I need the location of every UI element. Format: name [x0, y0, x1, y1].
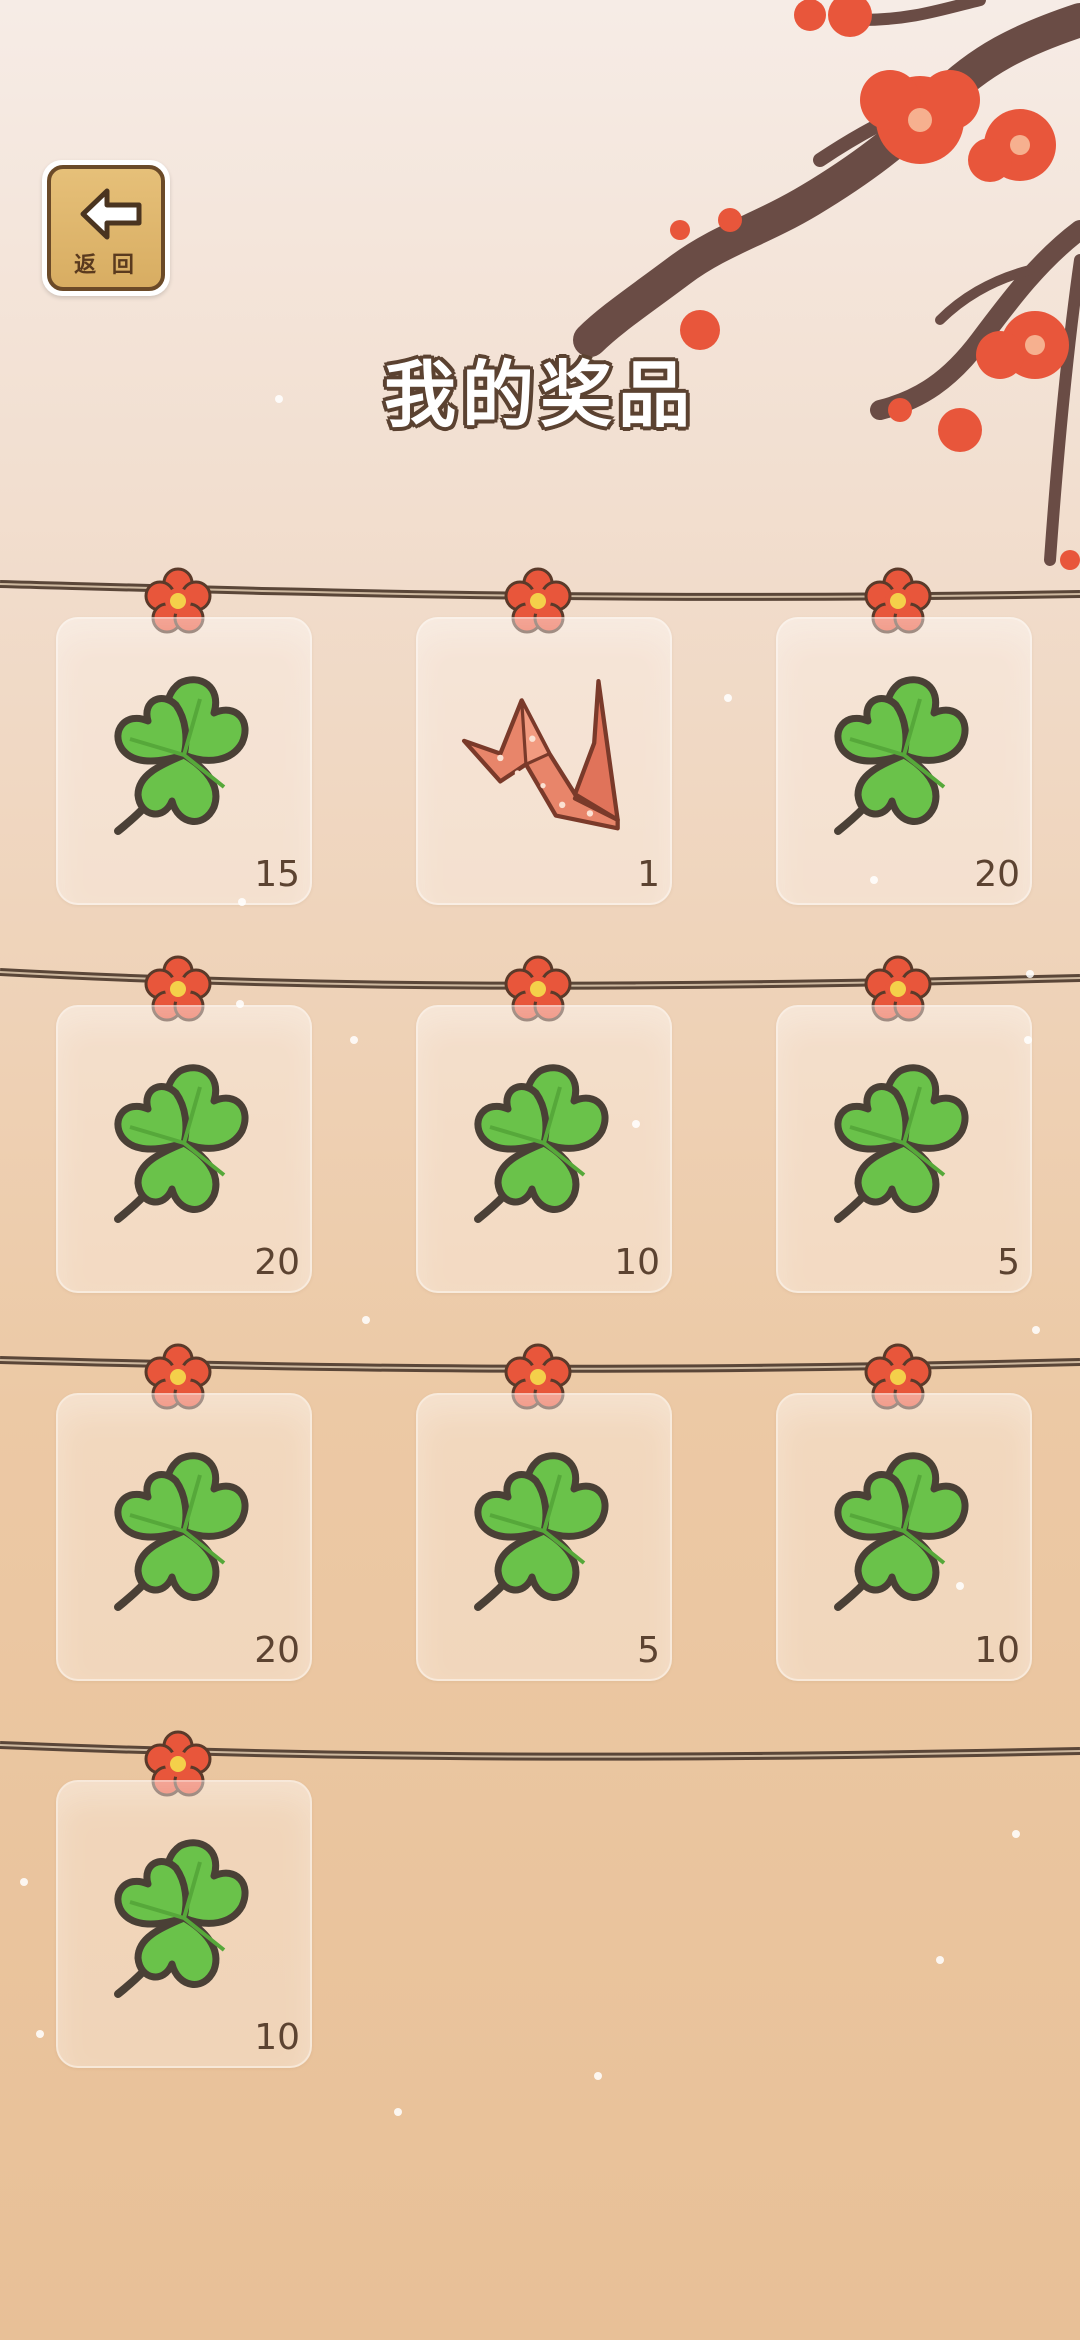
snow-speck	[870, 876, 878, 884]
clover-icon	[104, 1445, 264, 1615]
snow-speck	[956, 1582, 964, 1590]
clover-icon	[104, 669, 264, 839]
snow-speck	[594, 2072, 602, 2080]
prize-count: 5	[637, 1630, 660, 1671]
prize-count: 20	[254, 1242, 300, 1283]
clover-icon	[464, 1057, 624, 1227]
paper-crane-icon	[448, 679, 638, 839]
prize-card[interactable]: 20	[776, 617, 1032, 905]
back-button[interactable]: 返 回	[42, 160, 170, 296]
snow-speck	[238, 898, 246, 906]
prize-card[interactable]: 1	[416, 617, 672, 905]
snow-speck	[362, 1316, 370, 1324]
prize-card[interactable]: 5	[416, 1393, 672, 1681]
snow-speck	[724, 694, 732, 702]
snow-speck	[632, 1120, 640, 1128]
snow-speck	[1026, 970, 1034, 978]
snow-speck	[394, 2108, 402, 2116]
page-title: 我的奖品	[383, 353, 696, 437]
prize-card[interactable]: 10	[56, 1780, 312, 2068]
prize-card[interactable]: 5	[776, 1005, 1032, 1293]
snow-speck	[936, 1956, 944, 1964]
prize-card[interactable]: 20	[56, 1393, 312, 1681]
prize-card[interactable]: 10	[416, 1005, 672, 1293]
snow-speck	[1032, 1326, 1040, 1334]
snow-speck	[350, 1036, 358, 1044]
snow-speck	[20, 1878, 28, 1886]
snow-speck	[236, 1000, 244, 1008]
prize-count: 15	[254, 854, 300, 895]
prize-count: 10	[974, 1630, 1020, 1671]
snow-speck	[36, 2030, 44, 2038]
clover-icon	[824, 1057, 984, 1227]
arrow-left-icon	[80, 188, 142, 240]
prize-count: 20	[974, 854, 1020, 895]
prize-count: 20	[254, 1630, 300, 1671]
back-button-face: 返 回	[47, 165, 165, 291]
plum-branch-decoration	[573, 0, 1080, 570]
clover-icon	[104, 1057, 264, 1227]
clover-icon	[464, 1445, 624, 1615]
prize-card[interactable]: 20	[56, 1005, 312, 1293]
prize-card[interactable]: 15	[56, 617, 312, 905]
clover-icon	[824, 669, 984, 839]
clover-icon	[104, 1832, 264, 2002]
prize-count: 5	[997, 1242, 1020, 1283]
snow-speck	[275, 395, 283, 403]
back-button-label: 返 回	[74, 253, 138, 278]
prize-count: 10	[614, 1242, 660, 1283]
prize-card[interactable]: 10	[776, 1393, 1032, 1681]
prize-count: 1	[637, 854, 660, 895]
prize-count: 10	[254, 2017, 300, 2058]
snow-speck	[1024, 1036, 1032, 1044]
snow-speck	[1012, 1830, 1020, 1838]
